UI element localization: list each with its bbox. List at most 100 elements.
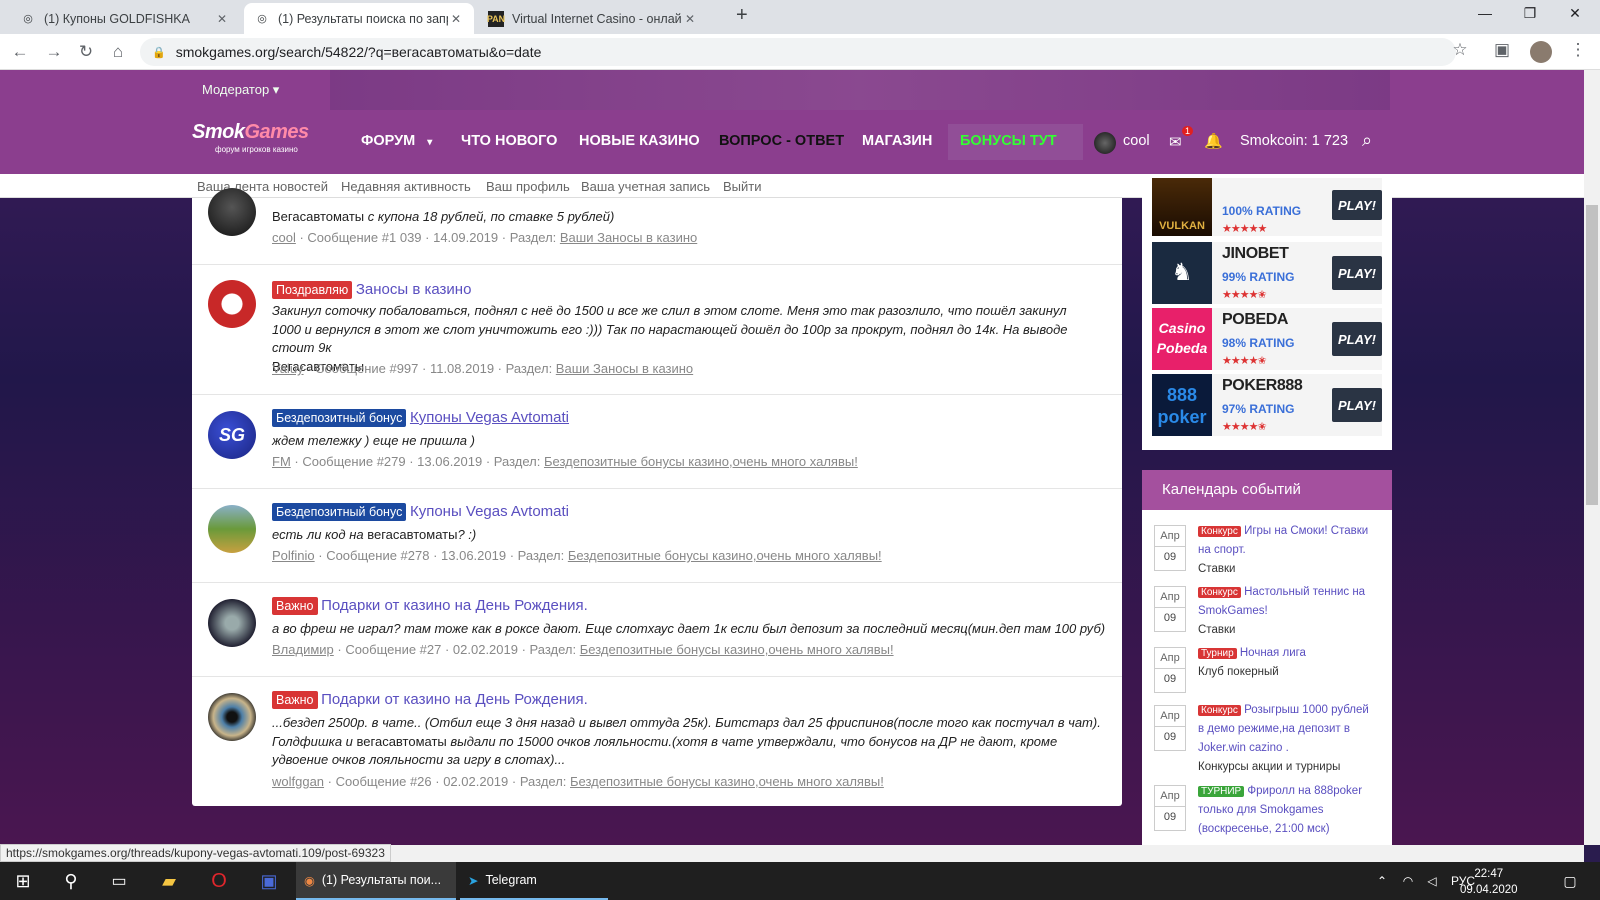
username-link[interactable]: cool bbox=[1123, 133, 1150, 149]
taskbar-telegram[interactable]: ➤ Telegram bbox=[460, 862, 608, 900]
tab-virtual-casino[interactable]: PAN Virtual Internet Casino - онлайн... … bbox=[478, 3, 708, 34]
nav-bonuses[interactable]: БОНУСЫ ТУТ bbox=[948, 124, 1083, 160]
address-bar[interactable]: 🔒 smokgames.org/search/54822/?q=вегасавт… bbox=[140, 38, 1456, 66]
prefix-badge[interactable]: Бездепозитный бонус bbox=[272, 409, 407, 427]
tab-goldfishka[interactable]: ◎ (1) Купоны GOLDFISHKA ✕ bbox=[10, 3, 240, 34]
bookmark-star-icon[interactable]: ☆ bbox=[1448, 40, 1472, 60]
site-logo[interactable]: SmokGames bbox=[192, 121, 309, 144]
casino-logo[interactable]: VULKAN bbox=[1152, 178, 1212, 236]
author-link[interactable]: Владимир bbox=[272, 642, 334, 657]
jinobet-logo-icon[interactable]: ♞ bbox=[1152, 242, 1212, 304]
author-link[interactable]: wolfggan bbox=[272, 774, 324, 789]
event-item: Конкурс Игры на Смоки! Ставки на спорт. С… bbox=[1198, 522, 1378, 579]
nav-forum[interactable]: ФОРУМ ▾ bbox=[361, 133, 432, 149]
window-close-button[interactable]: ✕ bbox=[1555, 5, 1595, 22]
bell-icon[interactable]: 🔔 bbox=[1204, 132, 1223, 150]
result-title[interactable]: Подарки от казино на День Рождения. bbox=[321, 691, 588, 708]
casino-name[interactable]: JINOBET bbox=[1222, 245, 1289, 263]
avatar[interactable] bbox=[208, 280, 256, 328]
nav-questions[interactable]: ВОПРОС - ОТВЕТ bbox=[719, 133, 844, 149]
scrollbar-thumb[interactable] bbox=[1586, 205, 1598, 505]
home-icon[interactable]: ⌂ bbox=[106, 42, 130, 62]
casino-rating: 100% RATING bbox=[1222, 204, 1302, 218]
mail-icon[interactable]: ✉ bbox=[1169, 133, 1182, 151]
event-tag: Конкурс bbox=[1198, 587, 1241, 598]
casino-logo[interactable]: 888 poker bbox=[1152, 374, 1212, 436]
smokcoin-balance[interactable]: Smokcoin: 1 723 bbox=[1240, 133, 1348, 149]
author-link[interactable]: Polfinio bbox=[272, 548, 315, 563]
casino-name[interactable]: POBEDA bbox=[1222, 311, 1288, 329]
play-button[interactable]: PLAY! bbox=[1332, 190, 1382, 220]
taskbar-chrome[interactable]: ◉ (1) Результаты пои... bbox=[296, 862, 456, 900]
save-app-icon[interactable]: ▣ bbox=[246, 862, 292, 900]
maximize-button[interactable]: ❐ bbox=[1510, 5, 1550, 22]
notifications-icon[interactable]: ▢ bbox=[1555, 862, 1585, 900]
opera-icon[interactable]: O bbox=[196, 862, 242, 900]
avatar[interactable] bbox=[208, 693, 256, 741]
prefix-badge[interactable]: Бездепозитный бонус bbox=[272, 503, 407, 521]
avatar[interactable]: SG bbox=[208, 411, 256, 459]
file-explorer-icon[interactable]: ▰ bbox=[146, 862, 192, 900]
nav-shop[interactable]: МАГАЗИН bbox=[862, 133, 932, 149]
event-category: Ставки bbox=[1198, 563, 1236, 575]
profile-avatar[interactable] bbox=[1530, 41, 1552, 63]
close-icon[interactable]: ✕ bbox=[214, 12, 230, 26]
reload-icon[interactable]: ↻ bbox=[74, 42, 98, 62]
windows-start-icon[interactable]: ⊞ bbox=[0, 862, 46, 900]
play-button[interactable]: PLAY! bbox=[1332, 256, 1382, 290]
browser-toolbar: ← → ↻ ⌂ 🔒 smokgames.org/search/54822/?q=… bbox=[0, 34, 1600, 70]
prefix-badge[interactable]: Важно bbox=[272, 691, 318, 709]
section-link[interactable]: Бездепозитные бонусы казино,очень много … bbox=[568, 548, 882, 563]
nav-new-casinos[interactable]: НОВЫЕ КАЗИНО bbox=[579, 133, 700, 149]
subnav-news-feed[interactable]: Ваша лента новостей bbox=[197, 179, 328, 194]
subnav-account[interactable]: Ваша учетная запись bbox=[581, 179, 710, 194]
event-link[interactable]: Ночная лига bbox=[1240, 647, 1306, 659]
result-title[interactable]: Подарки от казино на День Рождения. bbox=[321, 597, 588, 614]
nav-whats-new[interactable]: ЧТО НОВОГО bbox=[461, 133, 557, 149]
section-link[interactable]: Ваши Заносы в казино bbox=[560, 230, 697, 245]
moderator-menu[interactable]: Модератор ▾ bbox=[202, 82, 279, 98]
chrome-icon: ◉ bbox=[304, 873, 315, 888]
search-icon[interactable]: ⚲ bbox=[48, 862, 94, 900]
section-link[interactable]: Ваши Заносы в казино bbox=[556, 361, 693, 376]
subnav-logout[interactable]: Выйти bbox=[723, 179, 762, 194]
section-link[interactable]: Бездепозитные бонусы казино,очень много … bbox=[580, 642, 894, 657]
minimize-button[interactable]: — bbox=[1465, 5, 1505, 21]
close-icon[interactable]: ✕ bbox=[448, 12, 464, 26]
forward-icon[interactable]: → bbox=[42, 42, 66, 62]
casino-logo[interactable]: Casino Pobeda bbox=[1152, 308, 1212, 370]
network-icon[interactable]: ◠ bbox=[1398, 862, 1418, 900]
avatar[interactable] bbox=[208, 505, 256, 553]
avatar[interactable] bbox=[208, 599, 256, 647]
section-link[interactable]: Бездепозитные бонусы казино,очень много … bbox=[544, 454, 858, 469]
prefix-badge[interactable]: Поздравляю bbox=[272, 281, 353, 299]
casino-rating: 99% RATING bbox=[1222, 270, 1295, 284]
volume-icon[interactable]: ◁ bbox=[1422, 862, 1442, 900]
header-ad-banner[interactable] bbox=[330, 70, 1390, 110]
close-icon[interactable]: ✕ bbox=[682, 12, 698, 26]
avatar[interactable] bbox=[208, 188, 256, 236]
author-link[interactable]: FM bbox=[272, 454, 291, 469]
tab-search-results[interactable]: ◎ (1) Результаты поиска по запро... ✕ bbox=[244, 3, 474, 34]
result-title[interactable]: Купоны Vegas Avtomati bbox=[410, 409, 569, 426]
result-title[interactable]: Купоны Vegas Avtomati bbox=[410, 503, 569, 520]
author-link[interactable]: Valuy bbox=[272, 361, 304, 376]
new-tab-button[interactable]: + bbox=[736, 4, 748, 27]
extension-icon[interactable]: ▣ bbox=[1490, 40, 1514, 60]
subnav-recent-activity[interactable]: Недавняя активность bbox=[341, 179, 471, 194]
play-button[interactable]: PLAY! bbox=[1332, 388, 1382, 422]
section-link[interactable]: Бездепозитные бонусы казино,очень много … bbox=[570, 774, 884, 789]
clock[interactable]: 22:47 09.04.2020 bbox=[1460, 866, 1518, 898]
subnav-profile[interactable]: Ваш профиль bbox=[486, 179, 570, 194]
result-title[interactable]: Заносы в казино bbox=[356, 281, 472, 298]
author-link[interactable]: cool bbox=[272, 230, 296, 245]
menu-icon[interactable]: ⋮ bbox=[1566, 40, 1590, 60]
tray-expand-icon[interactable]: ⌃ bbox=[1372, 862, 1392, 900]
task-view-icon[interactable]: ▭ bbox=[96, 862, 142, 900]
casino-name[interactable]: POKER888 bbox=[1222, 377, 1303, 395]
play-button[interactable]: PLAY! bbox=[1332, 322, 1382, 356]
user-avatar[interactable] bbox=[1094, 132, 1116, 154]
search-icon[interactable]: ⌕ bbox=[1362, 130, 1372, 151]
back-icon[interactable]: ← bbox=[8, 42, 32, 62]
prefix-badge[interactable]: Важно bbox=[272, 597, 318, 615]
